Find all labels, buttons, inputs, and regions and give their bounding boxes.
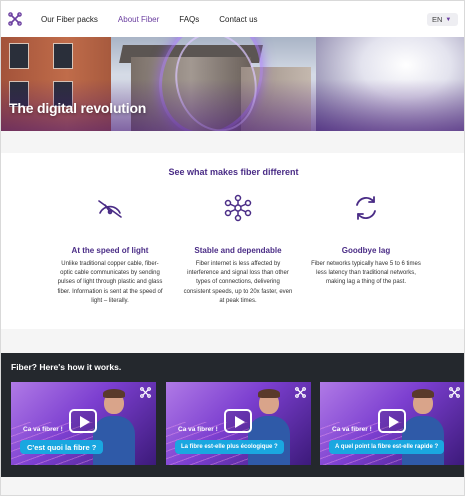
hero-overlay [1,37,464,131]
refresh-arrows-icon [356,196,376,220]
features-section: See what makes fiber different At the sp… [1,153,464,329]
video-card[interactable]: Ca va fibrer ! La fibre est-elle plus éc… [166,382,311,465]
speedometer-icon [98,200,122,218]
video-caption: C'est quoi la fibre ? [20,440,104,454]
language-selector[interactable]: EN ▼ [427,13,458,26]
video-card[interactable]: Ca va fibrer ! A quel point la fibre est… [320,382,464,465]
section-spacer [1,131,464,153]
nav-about-fiber[interactable]: About Fiber [118,15,159,24]
site-header: Our Fiber packs About Fiber FAQs Contact… [1,1,464,37]
feature-speed: At the speed of light Unlike traditional… [55,193,165,306]
video-intro-text: Ca va fibrer ! [332,426,372,433]
section-spacer [1,329,464,353]
fiber-node-icon [295,387,306,398]
feature-stable-text: Fiber internet is less affected by inter… [183,261,293,304]
feature-lag-title: Goodbye lag [341,246,391,255]
feature-stable: Stable and dependable Fiber internet is … [183,193,293,306]
hero-title: The digital revolution [9,100,147,116]
videos-section: Fiber? Here's how it works. Ca va fibrer… [1,353,464,477]
fiber-node-icon [140,387,151,398]
language-value: EN [432,15,443,24]
network-nodes-icon [224,194,252,222]
videos-heading: Fiber? Here's how it works. [11,362,122,372]
feature-lag-text: Fiber networks typically have 5 to 6 tim… [311,261,421,286]
nav-faqs[interactable]: FAQs [179,15,199,24]
play-icon[interactable] [378,409,406,433]
nav-our-fiber-packs[interactable]: Our Fiber packs [41,15,98,24]
nav-contact-us[interactable]: Contact us [219,15,257,24]
page: Our Fiber packs About Fiber FAQs Contact… [0,0,465,496]
fiber-node-icon [449,387,460,398]
video-intro-text: Ca va fibrer ! [178,426,218,433]
video-caption: A quel point la fibre est-elle rapide ? [329,440,445,454]
chevron-down-icon: ▼ [445,16,452,23]
fiber-node-icon[interactable] [8,12,22,26]
video-intro-text: Ca va fibrer ! [23,426,63,433]
video-card[interactable]: Ca va fibrer ! C'est quoi la fibre ? [11,382,156,465]
hero-banner: The digital revolution [1,37,464,131]
video-caption: La fibre est-elle plus écologique ? [175,440,284,454]
feature-speed-text: Unlike traditional copper cable, fiber-o… [57,261,163,304]
feature-stable-title: Stable and dependable [194,246,282,255]
play-icon[interactable] [224,409,252,433]
feature-speed-title: At the speed of light [71,246,149,255]
play-icon[interactable] [69,409,97,433]
main-nav: Our Fiber packs About Fiber FAQs Contact… [41,1,278,37]
section-spacer [1,477,464,495]
feature-lag: Goodbye lag Fiber networks typically hav… [311,193,421,288]
features-heading: See what makes fiber different [168,167,299,177]
